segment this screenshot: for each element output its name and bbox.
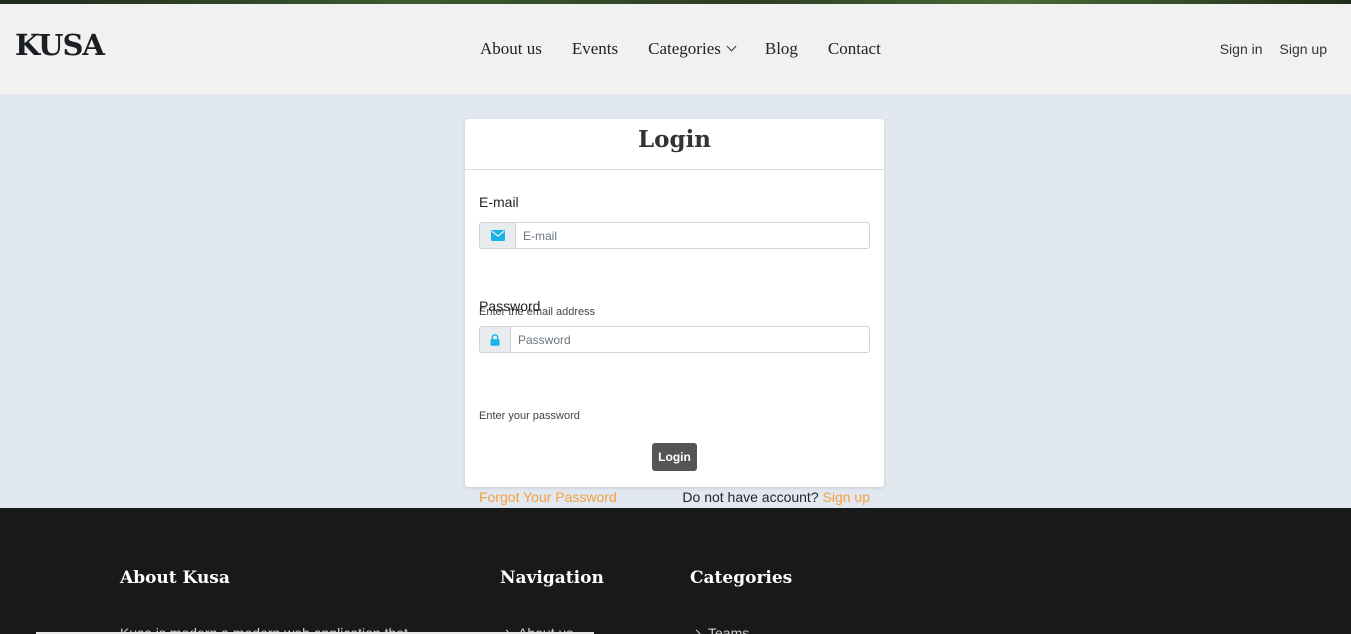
- nav-item-events[interactable]: Events: [572, 39, 618, 59]
- no-account-text: Do not have account?: [682, 489, 819, 505]
- footer-category-link-label: Teams: [708, 625, 750, 634]
- nav-item-blog[interactable]: Blog: [765, 39, 798, 59]
- site-footer: About Kusa Kusa is modern a modern web a…: [0, 508, 1351, 634]
- nav-item-categories[interactable]: Categories: [648, 39, 737, 59]
- nav-item-contact[interactable]: Contact: [828, 39, 881, 59]
- envelope-icon: [479, 222, 515, 249]
- login-card: Login E-mail Enter the email address Pas…: [465, 119, 884, 505]
- email-input-group: [479, 222, 870, 249]
- nav-item-about-us[interactable]: About us: [480, 39, 542, 59]
- footer-navigation-title: Navigation: [500, 568, 604, 588]
- signup-prompt: Do not have account? Sign up: [682, 489, 870, 505]
- login-button[interactable]: Login: [652, 443, 697, 471]
- forgot-password-link[interactable]: Forgot Your Password: [479, 489, 617, 505]
- sign-up-link[interactable]: Sign up: [1280, 41, 1327, 57]
- sign-in-link[interactable]: Sign in: [1220, 41, 1263, 57]
- main-navigation: About us Events Categories Blog Contact: [480, 39, 881, 59]
- login-title: Login: [637, 126, 712, 153]
- footer-categories-title: Categories: [690, 568, 793, 588]
- email-input[interactable]: [515, 222, 870, 249]
- site-logo[interactable]: KUSA: [15, 28, 105, 62]
- nav-item-categories-label: Categories: [648, 39, 721, 58]
- password-input-group: [479, 326, 870, 353]
- chevron-right-icon: [691, 629, 702, 634]
- card-sign-up-link[interactable]: Sign up: [823, 489, 870, 505]
- lock-icon: [479, 326, 510, 353]
- chevron-down-icon: [726, 41, 737, 52]
- footer-category-link-teams[interactable]: Teams: [691, 625, 750, 634]
- login-card-header: Login: [465, 119, 884, 170]
- password-input[interactable]: [510, 326, 870, 353]
- password-label: Password: [479, 298, 541, 314]
- password-help-text: Enter your password: [479, 410, 580, 422]
- footer-about-title: About Kusa: [120, 568, 230, 588]
- auth-links: Sign in Sign up: [1203, 41, 1327, 57]
- email-label: E-mail: [479, 194, 519, 210]
- site-header: KUSA About us Events Categories Blog Con…: [0, 4, 1351, 94]
